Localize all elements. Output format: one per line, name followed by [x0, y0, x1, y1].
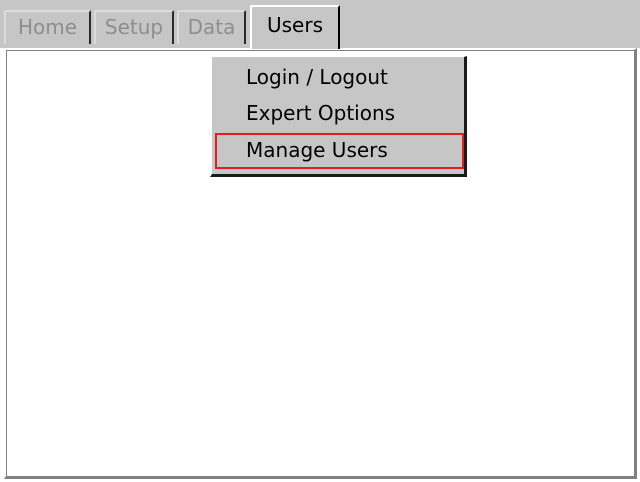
menu-item-manage-users-label: Manage Users — [246, 138, 388, 162]
menu-item-manage-users[interactable]: Manage Users — [215, 133, 464, 169]
users-dropdown-menu: Login / Logout Expert Options Manage Use… — [210, 56, 467, 177]
menu-item-login-logout[interactable]: Login / Logout — [246, 65, 388, 89]
tab-bar: Home Setup Data Users — [0, 0, 640, 49]
tab-setup[interactable]: Setup — [94, 10, 174, 44]
application-screen: Home Setup Data Users Login / Logout Exp… — [0, 0, 640, 482]
menu-item-expert-options[interactable]: Expert Options — [246, 101, 395, 125]
tab-data[interactable]: Data — [177, 10, 246, 44]
tab-users[interactable]: Users — [250, 5, 340, 49]
tab-home[interactable]: Home — [4, 10, 91, 44]
